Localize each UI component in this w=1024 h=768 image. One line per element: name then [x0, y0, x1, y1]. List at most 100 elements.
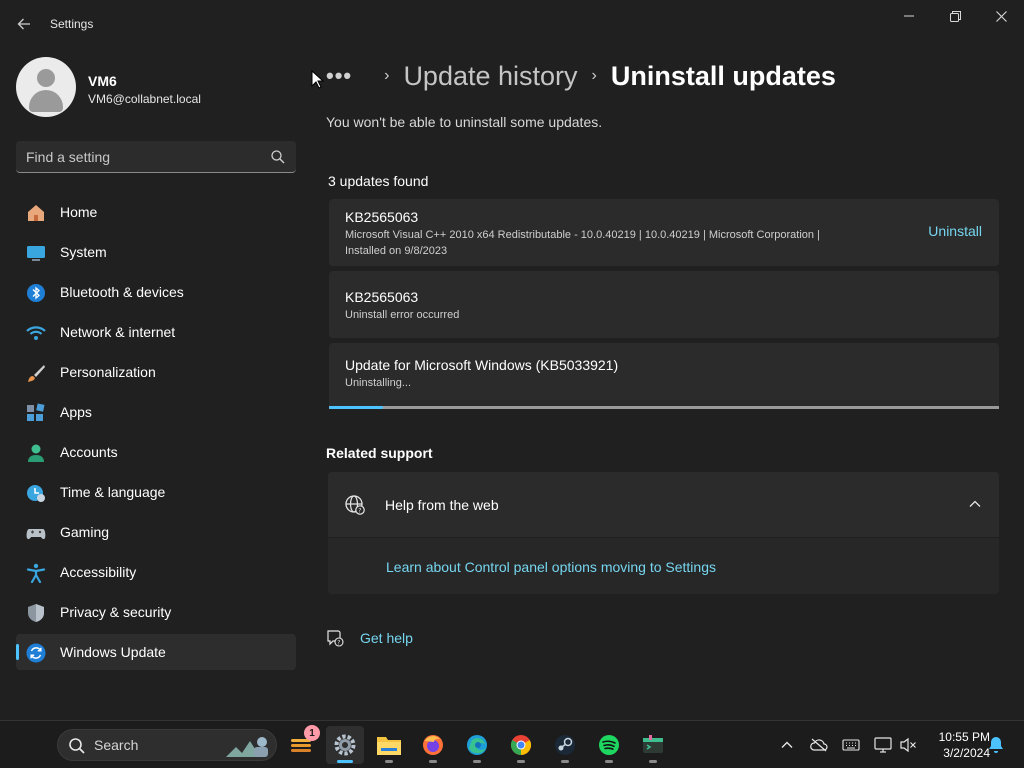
sidebar-item-home[interactable]: Home [16, 194, 296, 230]
breadcrumb-update-history[interactable]: Update history [403, 61, 577, 92]
taskbar-file-explorer[interactable] [370, 726, 408, 764]
sidebar-item-privacy-security[interactable]: Privacy & security [16, 594, 296, 630]
volume-muted-icon [900, 737, 916, 753]
help-from-web-header[interactable]: ? Help from the web [328, 472, 999, 538]
clock-time: 10:55 PM [938, 730, 990, 744]
back-button[interactable] [10, 10, 38, 38]
get-help-link[interactable]: ? Get help [326, 628, 413, 648]
update-title: KB2565063 [345, 289, 419, 305]
terminal-app-icon [643, 735, 663, 753]
running-indicator [561, 760, 569, 763]
sidebar-nav: Home System Bluetooth & devices Network … [16, 194, 296, 674]
update-status: Uninstalling... [345, 377, 412, 389]
onedrive-tray[interactable] [809, 735, 829, 755]
chrome-icon [510, 735, 532, 756]
sidebar-item-personalization[interactable]: Personalization [16, 354, 296, 390]
help-chat-icon: ? [327, 630, 344, 647]
back-arrow-icon [17, 18, 30, 30]
help-from-web-panel: ? Help from the web Learn about Control … [328, 472, 999, 594]
taskbar-steam[interactable] [546, 726, 584, 764]
sidebar-item-time-language[interactable]: Time & language [16, 474, 296, 510]
taskbar: Search 1 10:55 PM 3/2/2024 [0, 720, 1024, 768]
show-hidden-icons-button[interactable] [777, 735, 797, 755]
active-indicator [337, 760, 353, 763]
taskbar-firefox[interactable] [414, 726, 452, 764]
uninstall-button[interactable]: Uninstall [928, 223, 982, 239]
update-status: Uninstall error occurred [345, 309, 460, 321]
taskbar-chrome[interactable] [502, 726, 540, 764]
chevron-up-icon[interactable] [967, 496, 983, 512]
running-indicator [605, 760, 613, 763]
svg-text:?: ? [337, 640, 340, 647]
gamepad-icon [26, 529, 46, 540]
sidebar-item-accessibility[interactable]: Accessibility [16, 554, 296, 590]
taskbar-spotify[interactable] [590, 726, 628, 764]
find-setting-search[interactable] [16, 141, 296, 173]
taskbar-search[interactable]: Search [57, 729, 277, 761]
running-indicator [649, 760, 657, 763]
sidebar-item-label: Privacy & security [60, 604, 172, 620]
settings-icon [334, 734, 356, 756]
notification-center-button[interactable] [986, 735, 1006, 755]
chevron-up-icon [781, 741, 793, 748]
taskbar-terminal-app[interactable] [634, 726, 672, 764]
sidebar-item-label: Windows Update [60, 644, 166, 660]
sidebar-item-label: Personalization [60, 364, 156, 380]
search-icon[interactable] [270, 149, 286, 165]
sidebar-item-label: Network & internet [60, 324, 176, 340]
uninstall-progress-bar [329, 406, 999, 409]
find-setting-input[interactable] [26, 141, 266, 172]
edge-icon [467, 735, 487, 755]
sidebar-item-label: Home [60, 204, 98, 220]
sidebar-item-label: Accessibility [60, 564, 137, 580]
minimize-button[interactable] [886, 0, 932, 32]
sidebar-item-apps[interactable]: Apps [16, 394, 296, 430]
taskbar-settings[interactable] [326, 726, 364, 764]
sidebar-item-label: Gaming [60, 524, 110, 540]
taskbar-clock[interactable]: 10:55 PM 3/2/2024 [922, 729, 990, 761]
sidebar-item-bluetooth[interactable]: Bluetooth & devices [16, 274, 296, 310]
search-highlight-icon [226, 737, 268, 757]
sidebar-item-network[interactable]: Network & internet [16, 314, 296, 350]
close-button[interactable] [978, 0, 1024, 32]
apps-icon [27, 403, 45, 421]
chevron-right-icon: › [384, 67, 390, 84]
taskbar-edge[interactable] [458, 726, 496, 764]
title-bar: Settings [0, 0, 1024, 48]
accounts-icon [28, 444, 44, 462]
network-display-icon [874, 737, 892, 753]
volume-tray[interactable] [898, 735, 918, 755]
sidebar-item-gaming[interactable]: Gaming [16, 514, 296, 550]
taskbar-search-label: Search [94, 737, 139, 753]
related-support-heading: Related support [326, 445, 433, 461]
running-indicator [385, 760, 393, 763]
sidebar-item-label: Time & language [60, 484, 166, 500]
sidebar-item-label: Apps [60, 404, 92, 420]
steam-icon [555, 735, 575, 755]
user-profile[interactable]: VM6 VM6@collabnet.local [16, 57, 296, 117]
bluetooth-icon [27, 284, 45, 302]
brush-icon [28, 365, 45, 382]
breadcrumb-overflow-button[interactable]: ••• [326, 63, 352, 89]
clock-date: 3/2/2024 [943, 746, 990, 760]
chevron-right-icon: › [591, 67, 597, 84]
sidebar-item-windows-update[interactable]: Windows Update [16, 634, 296, 670]
spotify-icon [599, 735, 619, 755]
breadcrumb: ••• › Update history › Uninstall updates [326, 56, 836, 96]
keyboard-icon [842, 739, 860, 751]
control-panel-options-link[interactable]: Learn about Control panel options moving… [386, 559, 716, 575]
input-indicator[interactable] [841, 735, 861, 755]
restore-button[interactable] [932, 0, 978, 32]
system-icon [27, 246, 45, 261]
help-title: Help from the web [385, 497, 499, 513]
sidebar-item-system[interactable]: System [16, 234, 296, 270]
sidebar-item-label: System [60, 244, 107, 260]
sidebar-item-label: Bluetooth & devices [60, 284, 184, 300]
mouse-cursor-icon [311, 70, 325, 89]
taskbar-widgets[interactable]: 1 [282, 725, 320, 764]
sidebar-item-accounts[interactable]: Accounts [16, 434, 296, 470]
page-title: Uninstall updates [610, 60, 836, 91]
page-subtitle: You won't be able to uninstall some upda… [326, 114, 603, 130]
update-details: Microsoft Visual C++ 2010 x64 Redistribu… [345, 229, 820, 241]
network-tray[interactable] [873, 735, 893, 755]
